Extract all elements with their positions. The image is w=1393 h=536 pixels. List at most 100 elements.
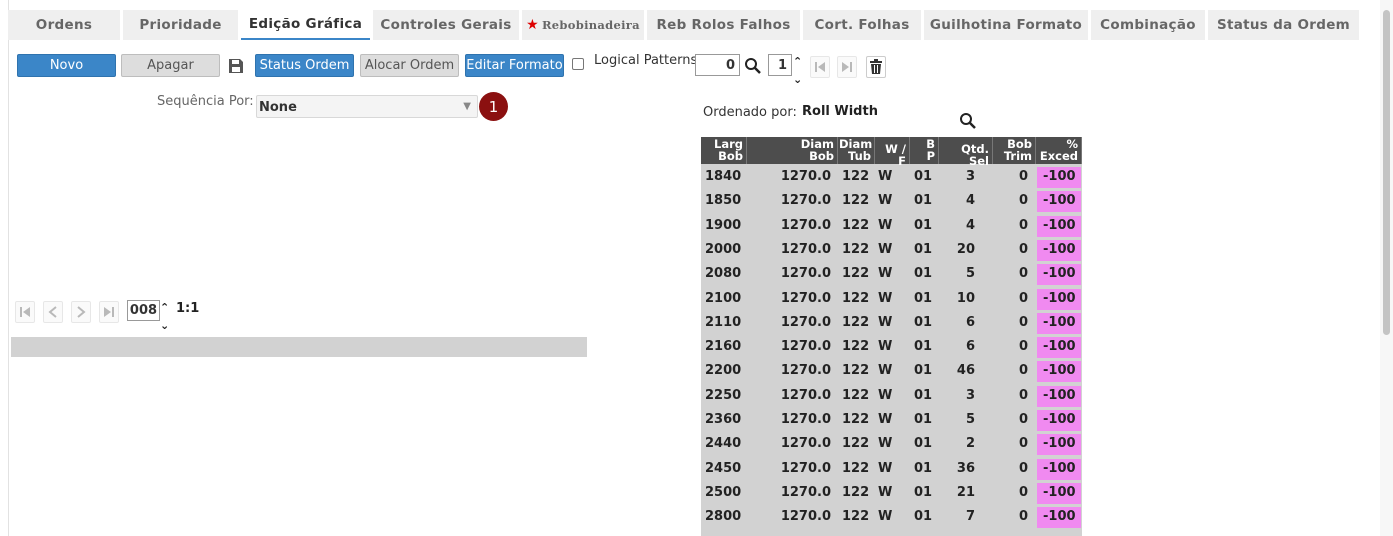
- tab-rebobinadeira[interactable]: ★ Rebobinadeira: [522, 10, 644, 40]
- first-page-icon[interactable]: [810, 56, 830, 78]
- table-row[interactable]: 2080 1270.0 122 W 01 5 0 -100: [701, 262, 1082, 286]
- tab-ordens[interactable]: Ordens: [8, 10, 120, 40]
- table-cell: 0: [1018, 412, 1028, 427]
- first-page-icon[interactable]: [15, 301, 35, 323]
- logical-patterns-checkbox[interactable]: [572, 58, 584, 70]
- table-cell: 122: [842, 290, 870, 306]
- column-header[interactable]: BP: [911, 137, 939, 164]
- sort-search-icon[interactable]: [958, 110, 978, 132]
- table-cell: 1270.0: [780, 217, 831, 233]
- table-cell: 1270.0: [780, 193, 831, 209]
- table-cell: 0: [1018, 460, 1028, 476]
- table-cell: 0: [1018, 169, 1028, 184]
- table-cell: W: [878, 217, 893, 233]
- table-cell: 1270.0: [780, 339, 831, 355]
- table-cell: 1270.0: [780, 460, 831, 476]
- search-icon[interactable]: [743, 55, 763, 77]
- table-cell: 4: [965, 217, 975, 233]
- table-cell: 01: [914, 241, 933, 257]
- last-page-icon[interactable]: [99, 301, 119, 323]
- table-row[interactable]: 1840 1270.0 122 W 01 3 0 -100: [701, 165, 1082, 189]
- editar-formato-button[interactable]: Editar Formato: [465, 54, 564, 77]
- table-cell: W: [878, 460, 893, 476]
- table-row[interactable]: 2360 1270.0 122 W 01 5 0 -100: [701, 408, 1082, 432]
- table-row[interactable]: 2450 1270.0 122 W 01 36 0 -100: [701, 457, 1082, 481]
- column-header[interactable]: Bob Trim: [994, 137, 1036, 164]
- table-row[interactable]: 2160 1270.0 122 W 01 6 0 -100: [701, 335, 1082, 359]
- tab-status-da-ordem[interactable]: Status da Ordem: [1208, 10, 1359, 40]
- table-row[interactable]: 1900 1270.0 122 W 01 4 0 -100: [701, 214, 1082, 238]
- table-row[interactable]: 2000 1270.0 122 W 01 20 0 -100: [701, 238, 1082, 262]
- table-cell: 1270.0: [780, 363, 831, 379]
- last-page-icon[interactable]: [837, 56, 857, 78]
- page-stepper-field[interactable]: 1: [768, 54, 792, 76]
- table-row[interactable]: 2250 1270.0 122 W 01 3 0 -100: [701, 384, 1082, 408]
- next-page-icon[interactable]: [71, 301, 91, 323]
- sequence-select[interactable]: None ▼: [256, 95, 478, 118]
- patterns-count-field[interactable]: 0: [695, 54, 740, 76]
- table-cell: 1850: [705, 193, 742, 209]
- chevron-up-icon[interactable]: ⌃: [793, 56, 802, 67]
- table-cell: 0: [1018, 339, 1028, 355]
- table-cell: 122: [842, 484, 870, 500]
- column-header[interactable]: % Exced: [1037, 137, 1082, 164]
- table-cell: 0: [1018, 314, 1028, 330]
- column-header[interactable]: Qtd. Sel: [940, 137, 993, 167]
- column-header[interactable]: W / F: [876, 137, 910, 167]
- table-cell: 01: [914, 363, 933, 379]
- tab-guilhotina-formato[interactable]: Guilhotina Formato: [924, 10, 1088, 40]
- table-cell: 20: [956, 241, 975, 257]
- table-row[interactable]: 2800 1270.0 122 W 01 7 0 -100: [701, 505, 1082, 529]
- table-cell: 2250: [705, 387, 742, 403]
- column-header[interactable]: Larg Bob: [701, 137, 747, 164]
- alocar-ordem-button[interactable]: Alocar Ordem: [360, 54, 459, 77]
- table-cell: W: [878, 169, 893, 184]
- table-cell: 0: [1018, 193, 1028, 209]
- table-cell: 4: [965, 193, 975, 209]
- table-row[interactable]: 2440 1270.0 122 W 01 2 0 -100: [701, 432, 1082, 456]
- table-cell: 0: [1018, 363, 1028, 379]
- pager-stepper-field[interactable]: 008: [127, 300, 160, 321]
- table-cell: 10: [956, 290, 975, 306]
- tab-edicao-grafica[interactable]: Edição Gráfica: [241, 10, 370, 40]
- scrollbar-thumb[interactable]: [1383, 10, 1390, 335]
- apagar-button[interactable]: Apagar: [121, 54, 220, 77]
- table-cell: 1270.0: [780, 169, 831, 184]
- tab-prioridade[interactable]: Prioridade: [123, 10, 238, 40]
- horizontal-scrollbar[interactable]: [11, 337, 587, 357]
- chevron-down-icon[interactable]: ⌃: [160, 318, 169, 331]
- column-header-line: Bob: [809, 149, 834, 163]
- table-row[interactable]: 2500 1270.0 122 W 01 21 0 -100: [701, 481, 1082, 505]
- table-row[interactable]: 2200 1270.0 122 W 01 46 0 -100: [701, 359, 1082, 383]
- table-cell: 01: [914, 290, 933, 306]
- tab-label: Reb Rolos Falhos: [656, 17, 791, 33]
- table-cell: W: [878, 314, 893, 330]
- column-header[interactable]: Diam Bob: [748, 137, 838, 164]
- table-cell: 0: [1018, 290, 1028, 306]
- tab-controles-gerais[interactable]: Controles Gerais: [373, 10, 519, 40]
- table-row[interactable]: 2100 1270.0 122 W 01 10 0 -100: [701, 287, 1082, 311]
- tab-label: Cort. Folhas: [814, 17, 910, 33]
- chevron-up-icon[interactable]: ⌃: [160, 302, 169, 313]
- novo-button[interactable]: Novo: [17, 54, 116, 77]
- status-ordem-button[interactable]: Status Ordem: [255, 54, 354, 77]
- chevron-down-icon[interactable]: ⌃: [793, 72, 802, 85]
- trash-icon[interactable]: [866, 56, 886, 78]
- table-cell: 122: [842, 412, 870, 427]
- table-row[interactable]: 2110 1270.0 122 W 01 6 0 -100: [701, 311, 1082, 335]
- table-cell: W: [878, 290, 893, 306]
- table-cell: 1900: [705, 217, 742, 233]
- table-row[interactable]: 1850 1270.0 122 W 01 4 0 -100: [701, 189, 1082, 213]
- column-header[interactable]: Diam Tub: [839, 137, 875, 164]
- tab-combinacao[interactable]: Combinação: [1091, 10, 1205, 40]
- table-cell: 21: [956, 484, 975, 500]
- prev-page-icon[interactable]: [43, 301, 63, 323]
- tab-cort-folhas[interactable]: Cort. Folhas: [803, 10, 921, 40]
- table-cell: 46: [956, 363, 975, 379]
- vertical-scrollbar[interactable]: [1380, 0, 1393, 536]
- table-cell: 01: [914, 509, 933, 525]
- save-icon[interactable]: [226, 55, 246, 77]
- table-cell: W: [878, 484, 893, 500]
- tab-reb-rolos-falhos[interactable]: Reb Rolos Falhos: [647, 10, 800, 40]
- table-cell: 122: [842, 363, 870, 379]
